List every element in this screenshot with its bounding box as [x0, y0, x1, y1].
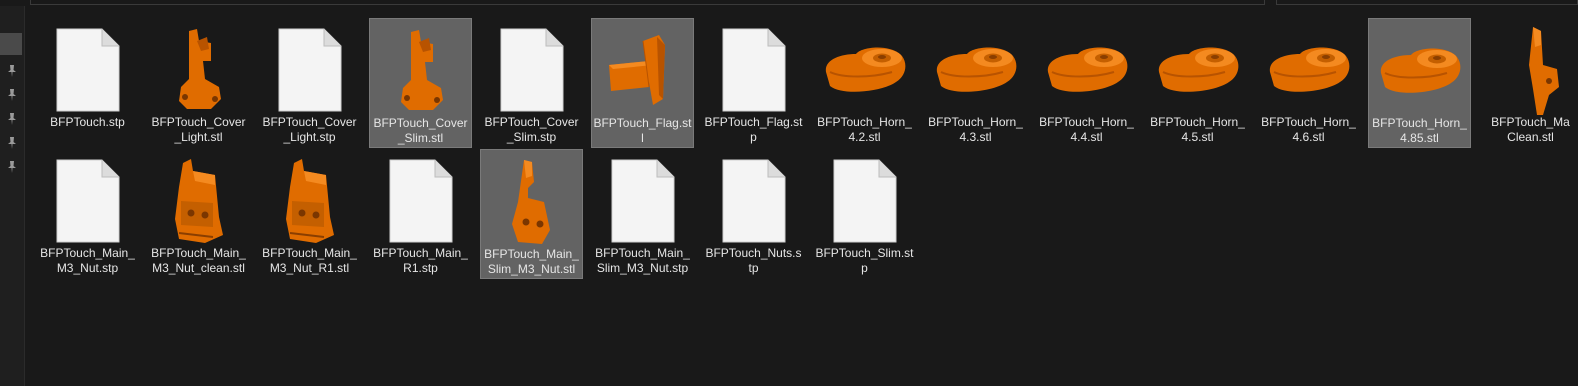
nav-selected-item[interactable]	[0, 33, 22, 55]
navigation-pane	[0, 6, 25, 386]
pin-icon[interactable]	[5, 136, 19, 150]
document-icon	[36, 155, 139, 247]
file-item[interactable]: BFPTouch_Horn_ 4.2.stl	[813, 18, 916, 148]
file-item[interactable]: BFPTouch_Horn_ 4.4.stl	[1035, 18, 1138, 148]
file-name: BFPTouch_Flag.st l	[593, 116, 692, 145]
file-item[interactable]: BFPTouch_Cover _Light.stp	[258, 18, 361, 148]
model-thumbnail-icon	[813, 24, 916, 116]
file-name: BFPTouch_Main_ Slim_M3_Nut.stl	[484, 247, 579, 276]
file-name: BFPTouch_Horn_ 4.5.stl	[1150, 115, 1245, 144]
file-item[interactable]: BFPTouch_Cover _Slim.stl	[369, 18, 472, 148]
file-name: BFPTouch_Cover _Light.stl	[151, 115, 246, 144]
file-name: BFPTouch_Main_ R1.stp	[373, 246, 468, 275]
file-item[interactable]: BFPTouch_Main_ M3_Nut_R1.stl	[258, 149, 361, 279]
file-name: BFPTouch_Main_ M3_Nut_R1.stl	[262, 246, 357, 275]
file-item[interactable]: BFPTouch_Main_ R1.stp	[369, 149, 472, 279]
file-name: BFPTouch_Ma Clean.stl	[1491, 115, 1570, 144]
file-item[interactable]: BFPTouch_Horn_ 4.3.stl	[924, 18, 1027, 148]
model-thumbnail-icon	[147, 155, 250, 247]
file-item[interactable]: BFPTouch_Cover _Light.stl	[147, 18, 250, 148]
pin-icon[interactable]	[5, 64, 19, 78]
file-item[interactable]: BFPTouch_Slim.st p	[813, 149, 916, 279]
model-thumbnail-icon	[258, 155, 361, 247]
file-item[interactable]: BFPTouch_Horn_ 4.6.stl	[1257, 18, 1360, 148]
model-thumbnail-icon	[1369, 25, 1470, 117]
document-icon	[36, 24, 139, 116]
file-item[interactable]: BFPTouch_Flag.st p	[702, 18, 805, 148]
file-name: BFPTouch_Main_ Slim_M3_Nut.stp	[595, 246, 690, 275]
document-icon	[591, 155, 694, 247]
file-item[interactable]: BFPTouch.stp	[36, 18, 139, 148]
model-thumbnail-icon	[924, 24, 1027, 116]
model-thumbnail-icon	[1257, 24, 1360, 116]
file-name: BFPTouch_Nuts.s tp	[705, 246, 802, 275]
file-item[interactable]: BFPTouch_Horn_ 4.5.stl	[1146, 18, 1249, 148]
file-grid: BFPTouch.stp BFPTouch_Cover _Light.stl BFP…	[36, 0, 1578, 386]
file-item[interactable]: BFPTouch_Flag.st l	[591, 18, 694, 148]
file-name: BFPTouch_Cover _Light.stp	[262, 115, 357, 144]
document-icon	[258, 24, 361, 116]
model-thumbnail-icon	[147, 24, 250, 116]
file-item[interactable]: BFPTouch_Horn_ 4.85.stl	[1368, 18, 1471, 148]
file-item[interactable]: BFPTouch_Ma Clean.stl	[1479, 18, 1578, 148]
file-item[interactable]: BFPTouch_Main_ M3_Nut_clean.stl	[147, 149, 250, 279]
document-icon	[702, 24, 805, 116]
file-name: BFPTouch_Slim.st p	[815, 246, 914, 275]
document-icon	[702, 155, 805, 247]
model-thumbnail-icon	[592, 25, 693, 117]
file-name: BFPTouch.stp	[50, 115, 125, 129]
file-item[interactable]: BFPTouch_Nuts.s tp	[702, 149, 805, 279]
file-item[interactable]: BFPTouch_Main_ Slim_M3_Nut.stp	[591, 149, 694, 279]
file-name: BFPTouch_Main_ M3_Nut_clean.stl	[151, 246, 246, 275]
document-icon	[813, 155, 916, 247]
file-name: BFPTouch_Cover _Slim.stp	[484, 115, 579, 144]
file-name: BFPTouch_Horn_ 4.6.stl	[1261, 115, 1356, 144]
file-name: BFPTouch_Horn_ 4.2.stl	[817, 115, 912, 144]
file-name: BFPTouch_Horn_ 4.3.stl	[928, 115, 1023, 144]
file-name: BFPTouch_Horn_ 4.85.stl	[1372, 116, 1467, 145]
pin-icon[interactable]	[5, 160, 19, 174]
model-thumbnail-icon	[1146, 24, 1249, 116]
file-item[interactable]: BFPTouch_Main_ M3_Nut.stp	[36, 149, 139, 279]
file-name: BFPTouch_Flag.st p	[704, 115, 803, 144]
document-icon	[369, 155, 472, 247]
document-icon	[480, 24, 583, 116]
file-name: BFPTouch_Cover _Slim.stl	[373, 116, 468, 145]
file-name: BFPTouch_Horn_ 4.4.stl	[1039, 115, 1134, 144]
file-item[interactable]: BFPTouch_Main_ Slim_M3_Nut.stl	[480, 149, 583, 279]
file-name: BFPTouch_Main_ M3_Nut.stp	[40, 246, 135, 275]
pin-icon[interactable]	[5, 112, 19, 126]
pin-icon[interactable]	[5, 88, 19, 102]
model-thumbnail-icon	[370, 25, 471, 117]
model-thumbnail-icon	[481, 156, 582, 248]
model-thumbnail-icon	[1035, 24, 1138, 116]
model-thumbnail-icon	[1479, 24, 1578, 116]
file-item[interactable]: BFPTouch_Cover _Slim.stp	[480, 18, 583, 148]
